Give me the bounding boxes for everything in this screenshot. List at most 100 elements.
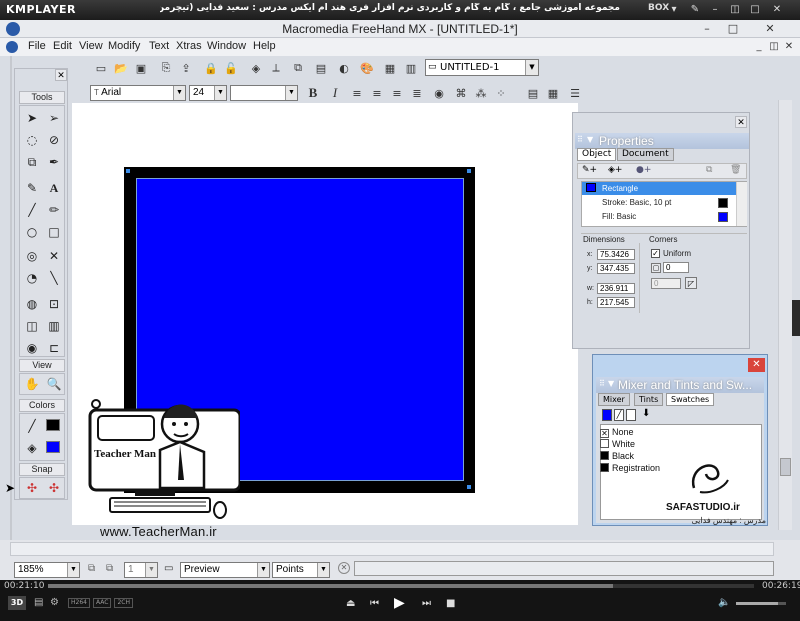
menu-text[interactable]: Text — [149, 40, 169, 52]
window-maximize-button[interactable]: □ — [720, 21, 746, 36]
stroke-color-swatch[interactable] — [46, 419, 60, 431]
compact-icon[interactable]: ◫ — [728, 3, 742, 17]
spiral-tool-icon[interactable]: ◎ — [22, 246, 42, 266]
cancel-render-icon[interactable]: ✕ — [338, 562, 350, 574]
chevron-down-icon[interactable]: ▼ — [145, 563, 157, 577]
doc-restore-icon[interactable]: ◫ — [767, 41, 781, 53]
attach-to-path-icon[interactable]: ⌘ — [452, 84, 470, 102]
rectangle-tool-icon[interactable]: □ — [44, 222, 64, 242]
import-icon[interactable]: ⎘ — [157, 59, 175, 77]
player-menu-icon[interactable]: ▾ — [667, 3, 681, 17]
chevron-down-icon[interactable]: ▼ — [257, 563, 269, 577]
tree-scrollbar[interactable] — [736, 182, 747, 226]
swatch-white[interactable]: White — [600, 439, 635, 450]
corner-radius-field[interactable]: 0 — [663, 262, 689, 273]
settings-gear-icon[interactable]: ⚙ — [50, 597, 59, 608]
blend-tool-icon[interactable]: ◉ — [22, 338, 42, 358]
text-indent-icon[interactable]: ☰ — [566, 84, 584, 102]
properties-close-icon[interactable]: ✕ — [735, 116, 747, 128]
freeform-tool-icon[interactable]: ✕ — [44, 246, 64, 266]
ellipse-tool-icon[interactable]: ○ — [22, 222, 42, 242]
tab-mixer[interactable]: Mixer — [598, 393, 630, 406]
tab-object[interactable]: Object — [577, 148, 617, 161]
3d-button[interactable]: 3D — [8, 596, 26, 610]
x-field[interactable]: 75.3426 — [597, 249, 635, 260]
tab-tints[interactable]: Tints — [634, 393, 664, 406]
swatches-grid-icon[interactable]: ▦ — [381, 59, 399, 77]
align-center-icon[interactable]: ≡ — [368, 84, 386, 102]
menu-xtras[interactable]: Xtras — [176, 40, 202, 52]
pointer-tool-icon[interactable]: ➤ — [22, 108, 42, 128]
scale-tool-icon[interactable]: ⊡ — [44, 294, 64, 314]
eject-icon[interactable]: ⏏ — [346, 598, 355, 609]
fill-swatch[interactable] — [718, 212, 728, 222]
fill-color-icon[interactable]: ◈ — [22, 438, 42, 458]
document-icon[interactable] — [6, 41, 18, 53]
zoom-select[interactable]: 185% ▼ — [14, 562, 80, 578]
tab-swatches[interactable]: Swatches — [666, 393, 715, 406]
rotate-tool-icon[interactable]: ◍ — [22, 294, 42, 314]
page-tool-icon[interactable]: ⧉ — [22, 152, 42, 172]
snap-to-point-icon[interactable]: ✣ — [22, 478, 42, 498]
tree-row-rectangle[interactable]: Rectangle — [582, 182, 736, 195]
selection-handle[interactable] — [126, 169, 130, 173]
view-mode-select[interactable]: Preview ▼ — [180, 562, 270, 578]
close-icon[interactable]: ✕ — [770, 3, 784, 17]
transform-icon[interactable]: ⧉ — [289, 59, 307, 77]
swatch-none[interactable]: ✕ None — [600, 427, 634, 438]
volume-icon[interactable]: 🔈 — [718, 597, 730, 608]
uniform-checkbox[interactable]: ✓ — [651, 249, 660, 258]
play-icon[interactable]: ▶ — [394, 595, 405, 611]
tab-document[interactable]: Document — [617, 148, 674, 161]
maximize-icon[interactable]: □ — [748, 3, 762, 17]
stroke-color-icon[interactable]: ╱ — [22, 416, 42, 436]
stop-icon[interactable]: ■ — [446, 598, 455, 609]
menu-file[interactable]: File — [28, 40, 46, 52]
h-field[interactable]: 217.545 — [597, 297, 635, 308]
font-select[interactable]: T Arial ▼ — [90, 85, 186, 101]
swatch-registration[interactable]: Registration — [600, 463, 660, 474]
units-select[interactable]: Points ▼ — [272, 562, 330, 578]
fill-color-swatch[interactable] — [46, 441, 60, 453]
next-icon[interactable]: ⏭ — [422, 598, 431, 609]
stroke-swatch[interactable] — [718, 198, 728, 208]
skew-tool-icon[interactable]: ◫ — [22, 316, 42, 336]
open-icon[interactable]: 📂 — [112, 59, 130, 77]
subselect-tool-icon[interactable]: ➢ — [44, 108, 64, 128]
prev-page-icon[interactable]: ⧉ — [88, 563, 95, 574]
halftone-icon[interactable]: ▥ — [402, 59, 420, 77]
align-left-icon[interactable]: ≡ — [348, 84, 366, 102]
horizontal-scrollbar[interactable] — [10, 542, 774, 556]
styles-icon[interactable]: ◐ — [335, 59, 353, 77]
page-select[interactable]: 1 ▼ — [124, 562, 158, 578]
snap-to-guide-icon[interactable]: ✣ — [44, 478, 64, 498]
toolbox-close-icon[interactable]: ✕ — [55, 69, 67, 81]
chevron-down-icon[interactable]: ▼ — [285, 86, 297, 100]
hand-tool-icon[interactable]: ✋ — [22, 374, 42, 394]
volume-slider[interactable] — [736, 602, 786, 605]
duplicate-item-icon[interactable]: ⧉ — [706, 165, 712, 175]
previous-icon[interactable]: ⏮ — [370, 598, 379, 609]
new-document-icon[interactable]: ▭ — [92, 59, 110, 77]
vertical-scrollbar[interactable] — [778, 100, 792, 530]
selection-handle[interactable] — [467, 485, 471, 489]
chart-tool-icon[interactable]: ▥ — [44, 316, 64, 336]
stroke-mode-icon[interactable]: ╱ — [614, 409, 624, 421]
lasso-tool-icon[interactable]: ◌ — [22, 130, 42, 150]
menu-help[interactable]: Help — [253, 40, 276, 52]
convert-to-paths-icon[interactable]: ⁘ — [492, 84, 510, 102]
panel-grip-icon[interactable]: ⠿ — [599, 379, 605, 388]
doc-close-icon[interactable]: ✕ — [782, 41, 796, 53]
window-minimize-button[interactable]: – — [694, 21, 720, 36]
brush-tool-icon[interactable]: ╲ — [44, 268, 64, 288]
pencil-tool-icon[interactable]: ✏ — [44, 200, 64, 220]
eyedropper-tool-icon[interactable]: ✒ — [44, 152, 64, 172]
size-select[interactable]: 24 ▼ — [189, 85, 227, 101]
style-select[interactable]: ▼ — [230, 85, 298, 101]
italic-button[interactable]: I — [326, 84, 344, 102]
menu-edit[interactable]: Edit — [53, 40, 72, 52]
minimize-icon[interactable]: – — [708, 3, 722, 17]
collapse-arrow-icon[interactable]: ▼ — [608, 379, 614, 388]
lock-icon[interactable]: 🔒 — [202, 59, 220, 77]
save-icon[interactable]: ▣ — [132, 59, 150, 77]
